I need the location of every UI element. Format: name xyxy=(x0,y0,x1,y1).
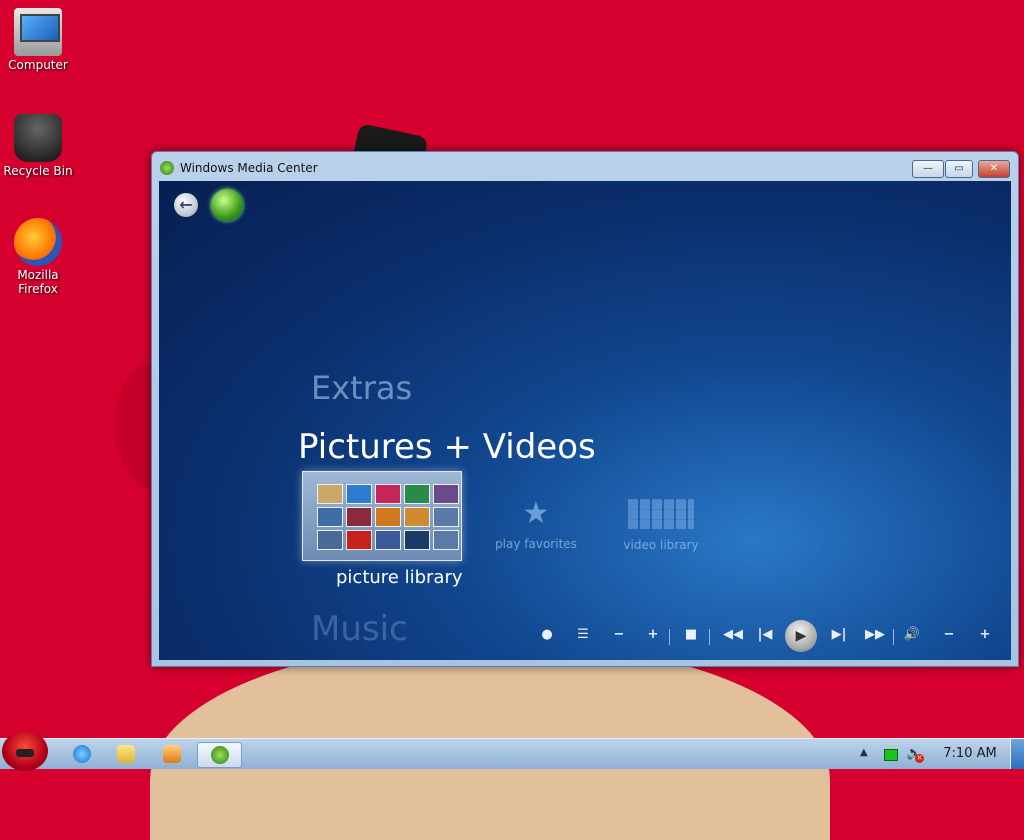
previous-button[interactable]: |◀ xyxy=(755,627,775,642)
thumbnail xyxy=(346,484,372,504)
play-favorites-tile[interactable]: ★ play favorites xyxy=(495,496,577,552)
stop-button[interactable]: ■ xyxy=(681,627,701,642)
window-titlebar[interactable]: Windows Media Center — ▭ ✕ xyxy=(152,152,1018,182)
desktop-icon-label: Recycle Bin xyxy=(3,164,73,178)
thumbnail xyxy=(375,484,401,504)
start-button[interactable] xyxy=(211,189,243,221)
star-icon: ★ xyxy=(522,496,550,531)
thumbnail xyxy=(317,530,343,550)
volume-up-button[interactable]: + xyxy=(975,627,995,642)
start-menu-button[interactable] xyxy=(2,731,48,771)
media-center-window: Windows Media Center — ▭ ✕ ← Extras Pict… xyxy=(151,151,1019,667)
play-favorites-label: play favorites xyxy=(495,537,577,551)
taskbar-media-player[interactable] xyxy=(152,742,192,766)
fast-forward-button[interactable]: ▶▶ xyxy=(862,627,888,642)
taskbar-internet-explorer[interactable] xyxy=(62,742,102,766)
thumbnail xyxy=(433,484,459,504)
thumbnail xyxy=(404,530,430,550)
folder-icon xyxy=(117,745,135,763)
show-desktop-button[interactable] xyxy=(1010,739,1024,769)
thumbnail-grid xyxy=(317,484,459,550)
maximize-button[interactable]: ▭ xyxy=(945,160,973,178)
taskbar: ▲ 🔈 ✕ 7:10 AM xyxy=(0,731,1024,771)
desktop-icon-firefox[interactable]: Mozilla Firefox xyxy=(0,218,76,296)
taskbar-explorer[interactable] xyxy=(106,742,146,766)
media-player-icon xyxy=(163,745,181,763)
firefox-icon xyxy=(14,218,62,266)
internet-explorer-icon xyxy=(73,745,91,763)
taskbar-media-center[interactable] xyxy=(197,742,242,768)
video-library-label: video library xyxy=(623,538,699,552)
menu-pictures-videos[interactable]: Pictures + Videos xyxy=(298,427,596,467)
channel-up-button[interactable]: + xyxy=(643,627,663,642)
desktop-icon-computer[interactable]: Computer xyxy=(0,8,76,72)
separator xyxy=(669,629,670,645)
desktop-icon-label: Mozilla Firefox xyxy=(17,268,59,296)
menu-music[interactable]: Music xyxy=(311,609,408,649)
desktop-icon-label: Computer xyxy=(8,58,68,72)
power-icon[interactable] xyxy=(884,749,898,761)
channel-down-button[interactable]: − xyxy=(609,627,629,642)
menu-extras[interactable]: Extras xyxy=(311,369,412,407)
thumbnail xyxy=(404,484,430,504)
play-button[interactable]: ▶ xyxy=(785,620,817,652)
separator xyxy=(893,629,894,645)
picture-library-label: picture library xyxy=(336,567,463,588)
muted-icon: ✕ xyxy=(915,754,924,763)
back-button[interactable]: ← xyxy=(174,193,198,217)
volume-down-button[interactable]: − xyxy=(939,627,959,642)
show-hidden-icons-button[interactable]: ▲ xyxy=(860,747,868,758)
video-grid-icon xyxy=(628,499,694,529)
media-center-content: ← Extras Pictures + Videos Music picture… xyxy=(159,181,1011,660)
thumbnail xyxy=(404,507,430,527)
thumbnail xyxy=(433,530,459,550)
rewind-button[interactable]: ◀◀ xyxy=(720,627,746,642)
picture-library-tile[interactable] xyxy=(302,471,462,561)
mute-button[interactable]: 🔊 xyxy=(902,627,922,642)
transport-controls: ● ☰ − + ■ ◀◀ |◀ ▶ ▶| ▶▶ 🔊 − + xyxy=(537,620,1007,652)
computer-icon xyxy=(14,8,62,56)
minimize-button[interactable]: — xyxy=(912,160,944,178)
thumbnail xyxy=(375,507,401,527)
window-title: Windows Media Center xyxy=(180,161,318,175)
video-library-tile[interactable]: video library xyxy=(621,499,701,552)
media-center-icon xyxy=(160,161,174,175)
desktop-icon-recycle-bin[interactable]: Recycle Bin xyxy=(0,114,76,178)
media-center-icon xyxy=(210,746,229,764)
clock[interactable]: 7:10 AM xyxy=(936,746,1004,761)
thumbnail xyxy=(346,530,372,550)
thumbnail xyxy=(317,484,343,504)
guide-button[interactable]: ☰ xyxy=(573,627,593,642)
close-button[interactable]: ✕ xyxy=(978,160,1010,178)
back-arrow-icon: ← xyxy=(179,195,193,214)
separator xyxy=(709,629,710,645)
next-button[interactable]: ▶| xyxy=(829,627,849,642)
thumbnail xyxy=(375,530,401,550)
thumbnail xyxy=(317,507,343,527)
recycle-bin-icon xyxy=(14,114,62,162)
thumbnail xyxy=(433,507,459,527)
record-button[interactable]: ● xyxy=(537,627,557,642)
thumbnail xyxy=(346,507,372,527)
